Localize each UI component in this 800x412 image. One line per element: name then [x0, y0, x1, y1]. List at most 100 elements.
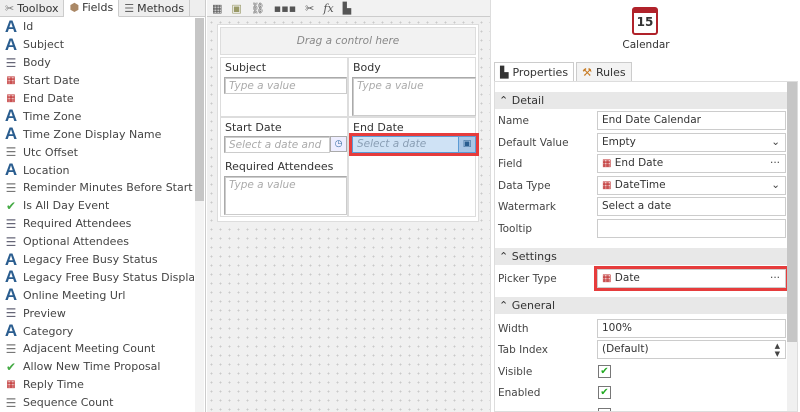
more-icon[interactable]: ▪▪▪ — [274, 2, 296, 15]
enabled-checkbox[interactable]: ✔ — [598, 386, 611, 399]
width-label: Width — [498, 323, 529, 335]
subject-cell[interactable]: Subject Type a value — [220, 57, 348, 117]
tab-fields[interactable]: ⬢ Fields — [64, 0, 120, 17]
function-icon[interactable]: fx — [323, 2, 333, 15]
field-item[interactable]: ✔ Is All Day Event — [0, 197, 194, 215]
data-type-select[interactable]: ▦ DateTime ⌄ — [597, 176, 786, 195]
tab-properties[interactable]: ▙ Properties — [494, 62, 575, 82]
property-tabs: ▙ Properties ⚒ Rules — [494, 62, 632, 82]
tab-methods[interactable]: ☰ Methods — [119, 0, 191, 17]
field-item[interactable]: ☰ Body — [0, 54, 194, 72]
spinner-icon[interactable]: ▲ ▼ — [775, 342, 780, 358]
field-item[interactable]: A Id — [0, 18, 194, 36]
field-item[interactable]: A Location — [0, 161, 194, 179]
section-detail[interactable]: ⌃ Detail — [495, 92, 788, 109]
datetime-field-icon: ▦ — [6, 93, 16, 104]
ellipsis-button[interactable]: ··· — [770, 155, 780, 172]
number-field-icon: ☰ — [5, 395, 17, 410]
more-checkbox[interactable] — [598, 408, 611, 411]
section-settings[interactable]: ⌃ Settings — [495, 248, 788, 265]
field-picker[interactable]: ▦ End Date ··· — [597, 154, 786, 173]
field-item[interactable]: ☰ Utc Offset — [0, 143, 194, 161]
field-item[interactable]: A Time Zone Display Name — [0, 125, 194, 143]
number-field-icon: ☰ — [5, 341, 17, 356]
number-field-icon: ☰ — [5, 145, 17, 160]
transfer-icon[interactable]: ✂ — [305, 2, 314, 15]
body-input[interactable]: Type a value — [352, 77, 476, 116]
link-icon[interactable]: ⛓ — [251, 2, 265, 15]
field-label: Preview — [23, 306, 66, 320]
calendar-control-icon: 15 — [632, 7, 658, 35]
field-item[interactable]: ☰ Adjacent Meeting Count — [0, 340, 194, 358]
field-item[interactable]: ☰ Required Attendees — [0, 215, 194, 233]
start-date-cell[interactable]: Start Date Select a date and ◷ Required … — [220, 117, 348, 217]
end-date-calendar-control[interactable]: Select a date ▣ — [349, 133, 479, 156]
width-input[interactable]: 100% — [597, 319, 786, 338]
scrollbar-thumb[interactable] — [195, 18, 204, 201]
watermark-input[interactable]: Select a date — [597, 197, 786, 216]
field-item[interactable]: A Category — [0, 322, 194, 340]
section-general[interactable]: ⌃ General — [495, 297, 788, 314]
visible-checkbox[interactable]: ✔ — [598, 365, 611, 378]
field-label: Reply Time — [23, 378, 84, 392]
datetime-field-icon: ▦ — [6, 379, 16, 391]
start-date-input[interactable]: Select a date and — [224, 136, 330, 153]
body-cell[interactable]: Body Type a value — [348, 57, 476, 117]
calendar-button-icon[interactable]: ▣ — [458, 137, 475, 152]
text-field-icon: A — [4, 250, 18, 269]
field-item[interactable]: A Legacy Free Busy Status — [0, 251, 194, 269]
properties-icon[interactable]: ▙ — [343, 2, 351, 15]
field-item[interactable]: ▦ Reply Time — [0, 376, 194, 394]
picker-type-picker[interactable]: ▦ Date ··· — [594, 266, 789, 291]
field-item[interactable]: ✔ Allow New Time Proposal — [0, 358, 194, 376]
datetime-field-icon: ▦ — [6, 75, 16, 87]
ellipsis-button[interactable]: ··· — [770, 270, 780, 287]
text-field-icon: A — [4, 125, 18, 144]
field-item[interactable]: ▦ End Date — [0, 90, 194, 108]
required-attendees-input[interactable]: Type a value — [224, 176, 347, 215]
tab-index-stepper[interactable]: (Default) ▲ ▼ — [597, 340, 786, 359]
property-scrollbar[interactable] — [787, 82, 797, 411]
tab-rules[interactable]: ⚒ Rules — [576, 62, 632, 81]
field-label: Allow New Time Proposal — [23, 360, 161, 374]
field-item[interactable]: A Legacy Free Busy Status Display Na... — [0, 268, 194, 286]
tooltip-input[interactable] — [597, 219, 786, 238]
scrollbar-thumb[interactable] — [787, 82, 797, 342]
field-label: Category — [23, 324, 74, 338]
default-value-select[interactable]: Empty ⌄ — [597, 133, 786, 152]
field-item[interactable]: ☰ Preview — [0, 304, 194, 322]
datetime-icon: ▦ — [602, 180, 612, 191]
calendar-icon: ▦ — [602, 273, 612, 284]
field-item[interactable]: ☰ Reminder Minutes Before Start — [0, 179, 194, 197]
visible-label: Visible — [498, 366, 533, 378]
field-label: Legacy Free Busy Status Display Na... — [23, 270, 194, 284]
image-icon[interactable]: ▣ — [231, 2, 241, 15]
tab-toolbox[interactable]: ✂ Toolbox — [0, 0, 65, 17]
datetime-picker-icon[interactable]: ◷ — [330, 136, 347, 152]
enabled-label: Enabled — [498, 387, 541, 399]
name-input[interactable]: End Date Calendar — [597, 111, 786, 130]
layout-icon[interactable]: ▦ — [212, 2, 222, 15]
field-label: Body — [23, 56, 51, 70]
calendar-icon-day: 15 — [636, 15, 654, 29]
drop-zone[interactable]: Drag a control here — [220, 27, 476, 55]
datetime-icon: ▦ — [602, 158, 612, 169]
field-label: Online Meeting Url — [23, 288, 126, 302]
field-item[interactable]: A Online Meeting Url — [0, 286, 194, 304]
text-field-icon: A — [4, 161, 18, 180]
field-item[interactable]: A Time Zone — [0, 107, 194, 125]
subject-input[interactable]: Type a value — [224, 77, 347, 94]
field-item[interactable]: ☰ Sequence Count — [0, 394, 194, 412]
field-item[interactable]: ☰ Optional Attendees — [0, 233, 194, 251]
properties-icon: ▙ — [500, 66, 509, 79]
control-type-label: Calendar — [622, 39, 670, 51]
field-list-scrollbar[interactable] — [195, 18, 204, 412]
end-date-cell[interactable]: End Date Select a date ▣ — [348, 117, 479, 217]
text-field-icon: A — [4, 107, 18, 126]
field-item[interactable]: ▦ Start Date — [0, 72, 194, 90]
boolean-field-icon: ✔ — [5, 359, 17, 374]
field-label: Start Date — [23, 74, 80, 88]
boolean-field-icon: ✔ — [5, 198, 17, 213]
field-item[interactable]: A Subject — [0, 36, 194, 54]
multiline-field-icon: ☰ — [5, 55, 17, 70]
